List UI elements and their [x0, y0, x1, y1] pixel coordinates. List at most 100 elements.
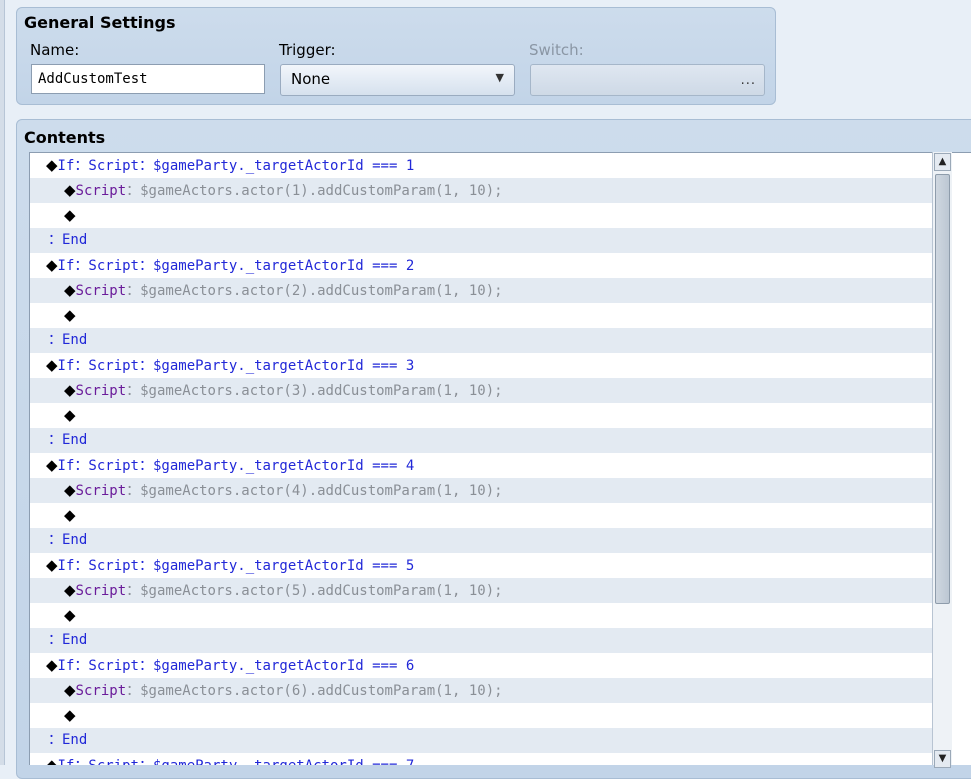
command-row[interactable]: ◆If：Script：$gameParty._targetActorId ===…	[30, 653, 933, 678]
command-row[interactable]: ◆If：Script：$gameParty._targetActorId ===…	[30, 753, 933, 765]
command-text: ：	[48, 532, 62, 548]
trigger-label: Trigger:	[279, 41, 336, 59]
diamond-icon: ◆	[64, 381, 76, 399]
diamond-icon: ◆	[64, 481, 76, 499]
command-row[interactable]: ◆	[30, 303, 933, 328]
command-row[interactable]: ：End	[30, 428, 933, 453]
diamond-icon: ◆	[64, 706, 76, 724]
command-row[interactable]: ◆Script：$gameActors.actor(3).addCustomPa…	[30, 378, 933, 403]
command-text: ：	[126, 183, 141, 199]
command-text: Script：	[88, 758, 153, 765]
diamond-icon: ◆	[46, 156, 58, 174]
command-text: Script：	[88, 258, 153, 274]
command-text: $gameActors.actor(6).addCustomParam(1, 1…	[140, 683, 503, 699]
scroll-thumb[interactable]	[935, 174, 950, 604]
command-text: $gameParty._targetActorId === 3	[152, 358, 415, 374]
command-row[interactable]: ◆If：Script：$gameParty._targetActorId ===…	[30, 553, 933, 578]
name-input[interactable]: AddCustomTest	[31, 64, 265, 94]
diamond-icon: ◆	[64, 306, 76, 324]
command-text: $gameParty._targetActorId === 1	[152, 158, 415, 174]
command-rows: ◆If：Script：$gameParty._targetActorId ===…	[30, 153, 933, 765]
event-command-list[interactable]: ◆If：Script：$gameParty._targetActorId ===…	[29, 152, 971, 765]
command-text: If：	[57, 658, 89, 674]
command-text: ：	[126, 283, 141, 299]
command-text: ：	[126, 583, 141, 599]
diamond-icon: ◆	[46, 356, 58, 374]
command-row[interactable]: ：End	[30, 328, 933, 353]
command-text: ：	[126, 383, 141, 399]
command-text: $gameActors.actor(1).addCustomParam(1, 1…	[140, 183, 503, 199]
command-row[interactable]: ◆Script：$gameActors.actor(1).addCustomPa…	[30, 178, 933, 203]
general-settings-title: General Settings	[24, 13, 176, 32]
diamond-icon: ◆	[46, 256, 58, 274]
command-row[interactable]: ◆If：Script：$gameParty._targetActorId ===…	[30, 153, 933, 178]
diamond-icon: ◆	[64, 406, 76, 424]
command-text: ：	[126, 683, 141, 699]
command-text: End	[62, 232, 88, 248]
command-text: Script	[75, 183, 127, 199]
command-row[interactable]: ◆Script：$gameActors.actor(2).addCustomPa…	[30, 278, 933, 303]
diamond-icon: ◆	[46, 456, 58, 474]
command-text: ：	[48, 432, 62, 448]
command-text: End	[62, 332, 88, 348]
switch-label: Switch:	[529, 41, 584, 59]
command-text: ：	[126, 483, 141, 499]
diamond-icon: ◆	[64, 681, 76, 699]
command-text: Script：	[88, 558, 153, 574]
command-text: $gameParty._targetActorId === 2	[152, 258, 415, 274]
diamond-icon: ◆	[46, 556, 58, 574]
command-row[interactable]: ◆	[30, 703, 933, 728]
diamond-icon: ◆	[64, 181, 76, 199]
switch-browse-button[interactable]: ...	[741, 73, 756, 88]
command-text: $gameParty._targetActorId === 4	[152, 458, 415, 474]
command-text: If：	[57, 458, 89, 474]
command-row[interactable]: ◆	[30, 603, 933, 628]
command-text: If：	[57, 558, 89, 574]
contents-title: Contents	[24, 128, 106, 147]
diamond-icon: ◆	[64, 581, 76, 599]
command-text: End	[62, 432, 88, 448]
command-text: $gameActors.actor(4).addCustomParam(1, 1…	[140, 483, 503, 499]
command-row[interactable]: ：End	[30, 628, 933, 653]
command-row[interactable]: ◆	[30, 503, 933, 528]
trigger-select[interactable]: None ▼	[280, 64, 515, 96]
command-text: $gameActors.actor(2).addCustomParam(1, 1…	[140, 283, 503, 299]
dropdown-arrow-icon: ▼	[495, 71, 504, 84]
command-row[interactable]: ◆If：Script：$gameParty._targetActorId ===…	[30, 453, 933, 478]
command-row[interactable]: ：End	[30, 228, 933, 253]
command-text: $gameActors.actor(3).addCustomParam(1, 1…	[140, 383, 503, 399]
command-row[interactable]: ◆Script：$gameActors.actor(5).addCustomPa…	[30, 578, 933, 603]
command-text: Script	[75, 483, 127, 499]
general-settings-panel: General Settings Name: Trigger: Switch: …	[16, 7, 776, 105]
name-label: Name:	[30, 41, 80, 59]
scroll-down-button[interactable]: ▼	[934, 750, 951, 768]
command-text: End	[62, 732, 88, 748]
command-text: ：	[48, 732, 62, 748]
command-row[interactable]: ◆If：Script：$gameParty._targetActorId ===…	[30, 253, 933, 278]
command-text: If：	[57, 358, 89, 374]
command-text: Script：	[88, 658, 153, 674]
command-text: Script：	[88, 358, 153, 374]
command-text: $gameParty._targetActorId === 5	[152, 558, 415, 574]
diamond-icon: ◆	[64, 281, 76, 299]
command-row[interactable]: ◆If：Script：$gameParty._targetActorId ===…	[30, 353, 933, 378]
scroll-up-button[interactable]: ▲	[934, 153, 951, 171]
command-row[interactable]: ：End	[30, 728, 933, 753]
command-row[interactable]: ◆Script：$gameActors.actor(6).addCustomPa…	[30, 678, 933, 703]
command-text: ：	[48, 332, 62, 348]
window-left-edge	[0, 0, 5, 765]
command-row[interactable]: ：End	[30, 528, 933, 553]
vertical-scrollbar[interactable]: ▲ ▼	[932, 152, 952, 768]
switch-field[interactable]: ...	[530, 64, 765, 96]
command-row[interactable]: ◆Script：$gameActors.actor(4).addCustomPa…	[30, 478, 933, 503]
command-text: $gameParty._targetActorId === 7	[153, 758, 414, 765]
command-text: Script：	[88, 458, 153, 474]
command-row[interactable]: ◆	[30, 403, 933, 428]
diamond-icon: ◆	[64, 206, 76, 224]
command-text: If：	[57, 258, 89, 274]
command-text: $gameActors.actor(5).addCustomParam(1, 1…	[140, 583, 503, 599]
diamond-icon: ◆	[64, 506, 76, 524]
diamond-icon: ◆	[64, 606, 76, 624]
command-text: If：	[57, 158, 89, 174]
command-row[interactable]: ◆	[30, 203, 933, 228]
